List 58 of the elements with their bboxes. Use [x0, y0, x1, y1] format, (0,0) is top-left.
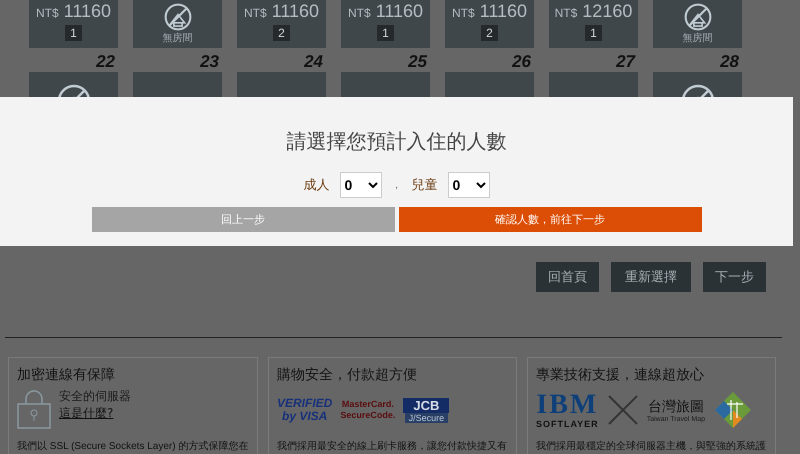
day-cell[interactable]: NT$ 12160 1: [549, 0, 638, 48]
day-number: 26: [510, 52, 532, 72]
day-cell[interactable]: NT$ 11160 2: [237, 0, 326, 48]
help-link[interactable]: 這是什麼?: [59, 405, 131, 422]
count-select[interactable]: 0: [448, 172, 490, 198]
logo-text: MasterCard.: [342, 399, 394, 410]
card-title: 購物安全，付款超方便: [277, 366, 418, 384]
day-number: 25: [406, 52, 428, 72]
price-label: NT$ 11160: [452, 1, 528, 22]
no-room-icon: [164, 3, 192, 31]
nav-button[interactable]: 下一步: [703, 262, 766, 292]
price-label: NT$ 11160: [244, 1, 320, 22]
padlock-icon: [17, 390, 51, 430]
nav-button[interactable]: 重新選擇: [611, 262, 691, 292]
logo-text: SOFTLAYER: [536, 419, 599, 429]
map-logo-icon: [713, 390, 754, 430]
no-room-icon: [684, 3, 712, 31]
price-label: NT$ 12160: [554, 1, 632, 22]
nav-button[interactable]: 回首頁: [536, 262, 599, 292]
logo-text: JCB: [403, 398, 450, 412]
field-label: 成人: [304, 177, 330, 194]
logo-text: 台灣旅圖: [648, 398, 704, 416]
room-count-badge: 1: [377, 25, 394, 41]
day-cell[interactable]: 無房間: [133, 0, 222, 48]
confirm-button[interactable]: 確認人數，前往下一步: [398, 207, 702, 232]
day-cell[interactable]: 無房間: [653, 0, 742, 48]
card-title: 加密連線有保障: [17, 366, 116, 384]
room-count-badge: 1: [585, 25, 602, 41]
no-room-label: 無房間: [682, 32, 712, 45]
day-number: 27: [614, 52, 636, 72]
price-label: NT$ 11160: [348, 1, 424, 22]
logo-text: SecureCode.: [340, 410, 396, 421]
card-text: 我們以 SSL (Secure Sockets Layer) 的方式保障您在: [17, 441, 250, 453]
day-cell[interactable]: NT$ 11160 1: [341, 0, 430, 48]
day-number: 24: [302, 52, 324, 72]
room-count-badge: 2: [481, 25, 498, 41]
logo-text: by VISA: [282, 410, 328, 423]
separator-mark: ，: [392, 179, 402, 192]
room-count-badge: 2: [273, 25, 290, 41]
logo-text: J/Secure: [404, 412, 448, 422]
dialog-title: 請選擇您預計入住的人數: [286, 128, 506, 155]
day-cell[interactable]: NT$ 11160 1: [29, 0, 118, 48]
no-room-label: 無房間: [162, 32, 192, 45]
card-text: 我們採用最安全的線上刷卡服務，讓您付款快捷又有: [277, 441, 508, 453]
room-count-badge: 1: [65, 25, 82, 41]
cross-icon: [606, 394, 639, 426]
card-text: 我們採用最穩定的全球伺服器主機，與堅強的系統護: [536, 441, 767, 453]
logo-text: VERIFIED: [277, 397, 332, 410]
server-label: 安全的伺服器: [59, 388, 131, 405]
day-number: 28: [718, 52, 740, 72]
day-cell[interactable]: NT$ 11160 2: [445, 0, 534, 48]
card-title: 專業技術支援，連線超放心: [536, 366, 705, 384]
field-label: 兒童: [412, 177, 438, 194]
count-select[interactable]: 0: [340, 172, 382, 198]
day-number: 23: [198, 52, 220, 72]
logo-text: IBM: [536, 391, 598, 419]
price-label: NT$ 11160: [36, 1, 112, 22]
day-number: 22: [94, 52, 116, 72]
